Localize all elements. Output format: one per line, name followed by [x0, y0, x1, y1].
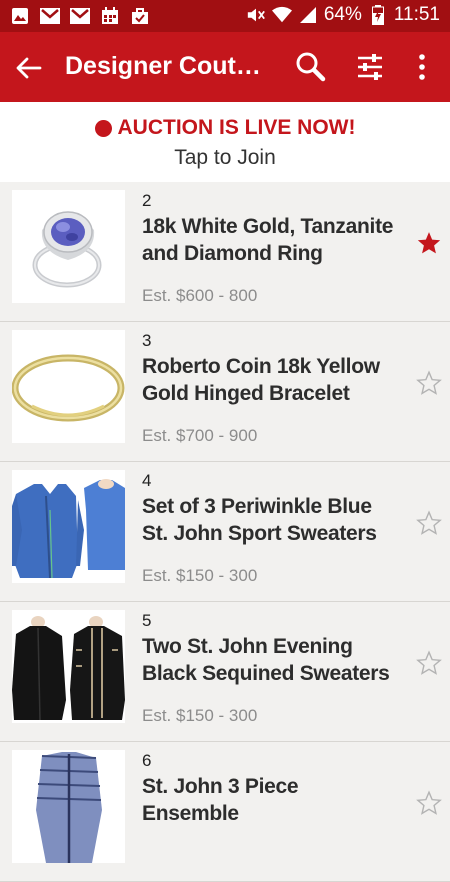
list-item[interactable]: 2 18k White Gold, Tanzanite and Diamond … [0, 182, 450, 322]
bracelet-thumbnail [12, 330, 125, 443]
favorite-button[interactable] [416, 370, 442, 396]
live-dot-icon [94, 119, 112, 137]
lot-number: 3 [142, 331, 152, 350]
gmail-icon [70, 6, 90, 26]
gmail-icon [40, 6, 60, 26]
battery-percent: 64% [323, 4, 362, 25]
search-icon [296, 52, 326, 82]
lot-number: 6 [142, 751, 152, 770]
list-item[interactable]: 5 Two St. John Evening Black Sequined Sw… [0, 602, 450, 742]
status-bar: 64% 11:51 [0, 0, 450, 32]
live-title-row: AUCTION IS LIVE NOW! [0, 116, 450, 140]
star-outline-icon [416, 510, 442, 535]
live-title: AUCTION IS LIVE NOW! [117, 116, 356, 139]
search-button[interactable] [294, 50, 326, 82]
lot-number: 5 [142, 611, 152, 630]
list-item[interactable]: 4 Set of 3 Periwinkle Blue St. John Spor… [0, 462, 450, 602]
favorite-button[interactable] [416, 650, 442, 676]
list-item[interactable]: 6 St. John 3 Piece Ensemble [0, 742, 450, 882]
lot-estimate: Est. $600 - 800 [142, 286, 258, 305]
image-icon [10, 6, 30, 26]
app-bar: Designer Coutur… [0, 32, 450, 102]
lot-estimate: Est. $150 - 300 [142, 706, 258, 725]
black-sweaters-thumbnail [12, 610, 125, 723]
page-title: Designer Coutur… [65, 52, 270, 80]
notification-icons [10, 6, 150, 26]
favorite-button[interactable] [416, 230, 442, 256]
more-options-button[interactable] [410, 52, 434, 82]
briefcase-icon [130, 6, 150, 26]
wifi-icon [271, 5, 292, 25]
lot-title: Roberto Coin 18k Yellow Gold Hinged Brac… [142, 355, 380, 405]
lot-number: 4 [142, 471, 152, 490]
favorite-button[interactable] [416, 790, 442, 816]
live-auction-banner[interactable]: AUCTION IS LIVE NOW! Tap to Join [0, 102, 450, 182]
lot-number: 2 [142, 191, 152, 210]
filter-button[interactable] [355, 52, 385, 82]
back-arrow-icon [16, 57, 42, 79]
more-vert-icon [419, 54, 425, 80]
star-outline-icon [416, 790, 442, 815]
lot-list: 2 18k White Gold, Tanzanite and Diamond … [0, 182, 450, 882]
back-button[interactable] [14, 53, 44, 83]
favorite-button[interactable] [416, 510, 442, 536]
join-link[interactable]: Tap to Join [0, 146, 450, 170]
ring-thumbnail [12, 190, 125, 303]
mute-icon [246, 5, 266, 25]
star-outline-icon [416, 650, 442, 675]
signal-icon [298, 5, 318, 25]
list-item[interactable]: 3 Roberto Coin 18k Yellow Gold Hinged Br… [0, 322, 450, 462]
lot-title: St. John 3 Piece Ensemble [142, 775, 299, 825]
lot-estimate: Est. $700 - 900 [142, 426, 258, 445]
lot-title: Two St. John Evening Black Sequined Swea… [142, 635, 390, 685]
calendar-icon [100, 6, 120, 26]
battery-icon [368, 5, 388, 25]
lot-title: Set of 3 Periwinkle Blue St. John Sport … [142, 495, 377, 545]
lot-title: 18k White Gold, Tanzanite and Diamond Ri… [142, 215, 394, 265]
filter-sliders-icon [358, 54, 382, 80]
blue-sweaters-thumbnail [12, 470, 125, 583]
star-filled-icon [417, 232, 441, 254]
star-outline-icon [416, 370, 442, 395]
clock-time: 11:51 [393, 4, 440, 25]
system-status: 64% 11:51 [246, 4, 440, 26]
ensemble-thumbnail [12, 750, 125, 863]
lot-estimate: Est. $150 - 300 [142, 566, 258, 585]
